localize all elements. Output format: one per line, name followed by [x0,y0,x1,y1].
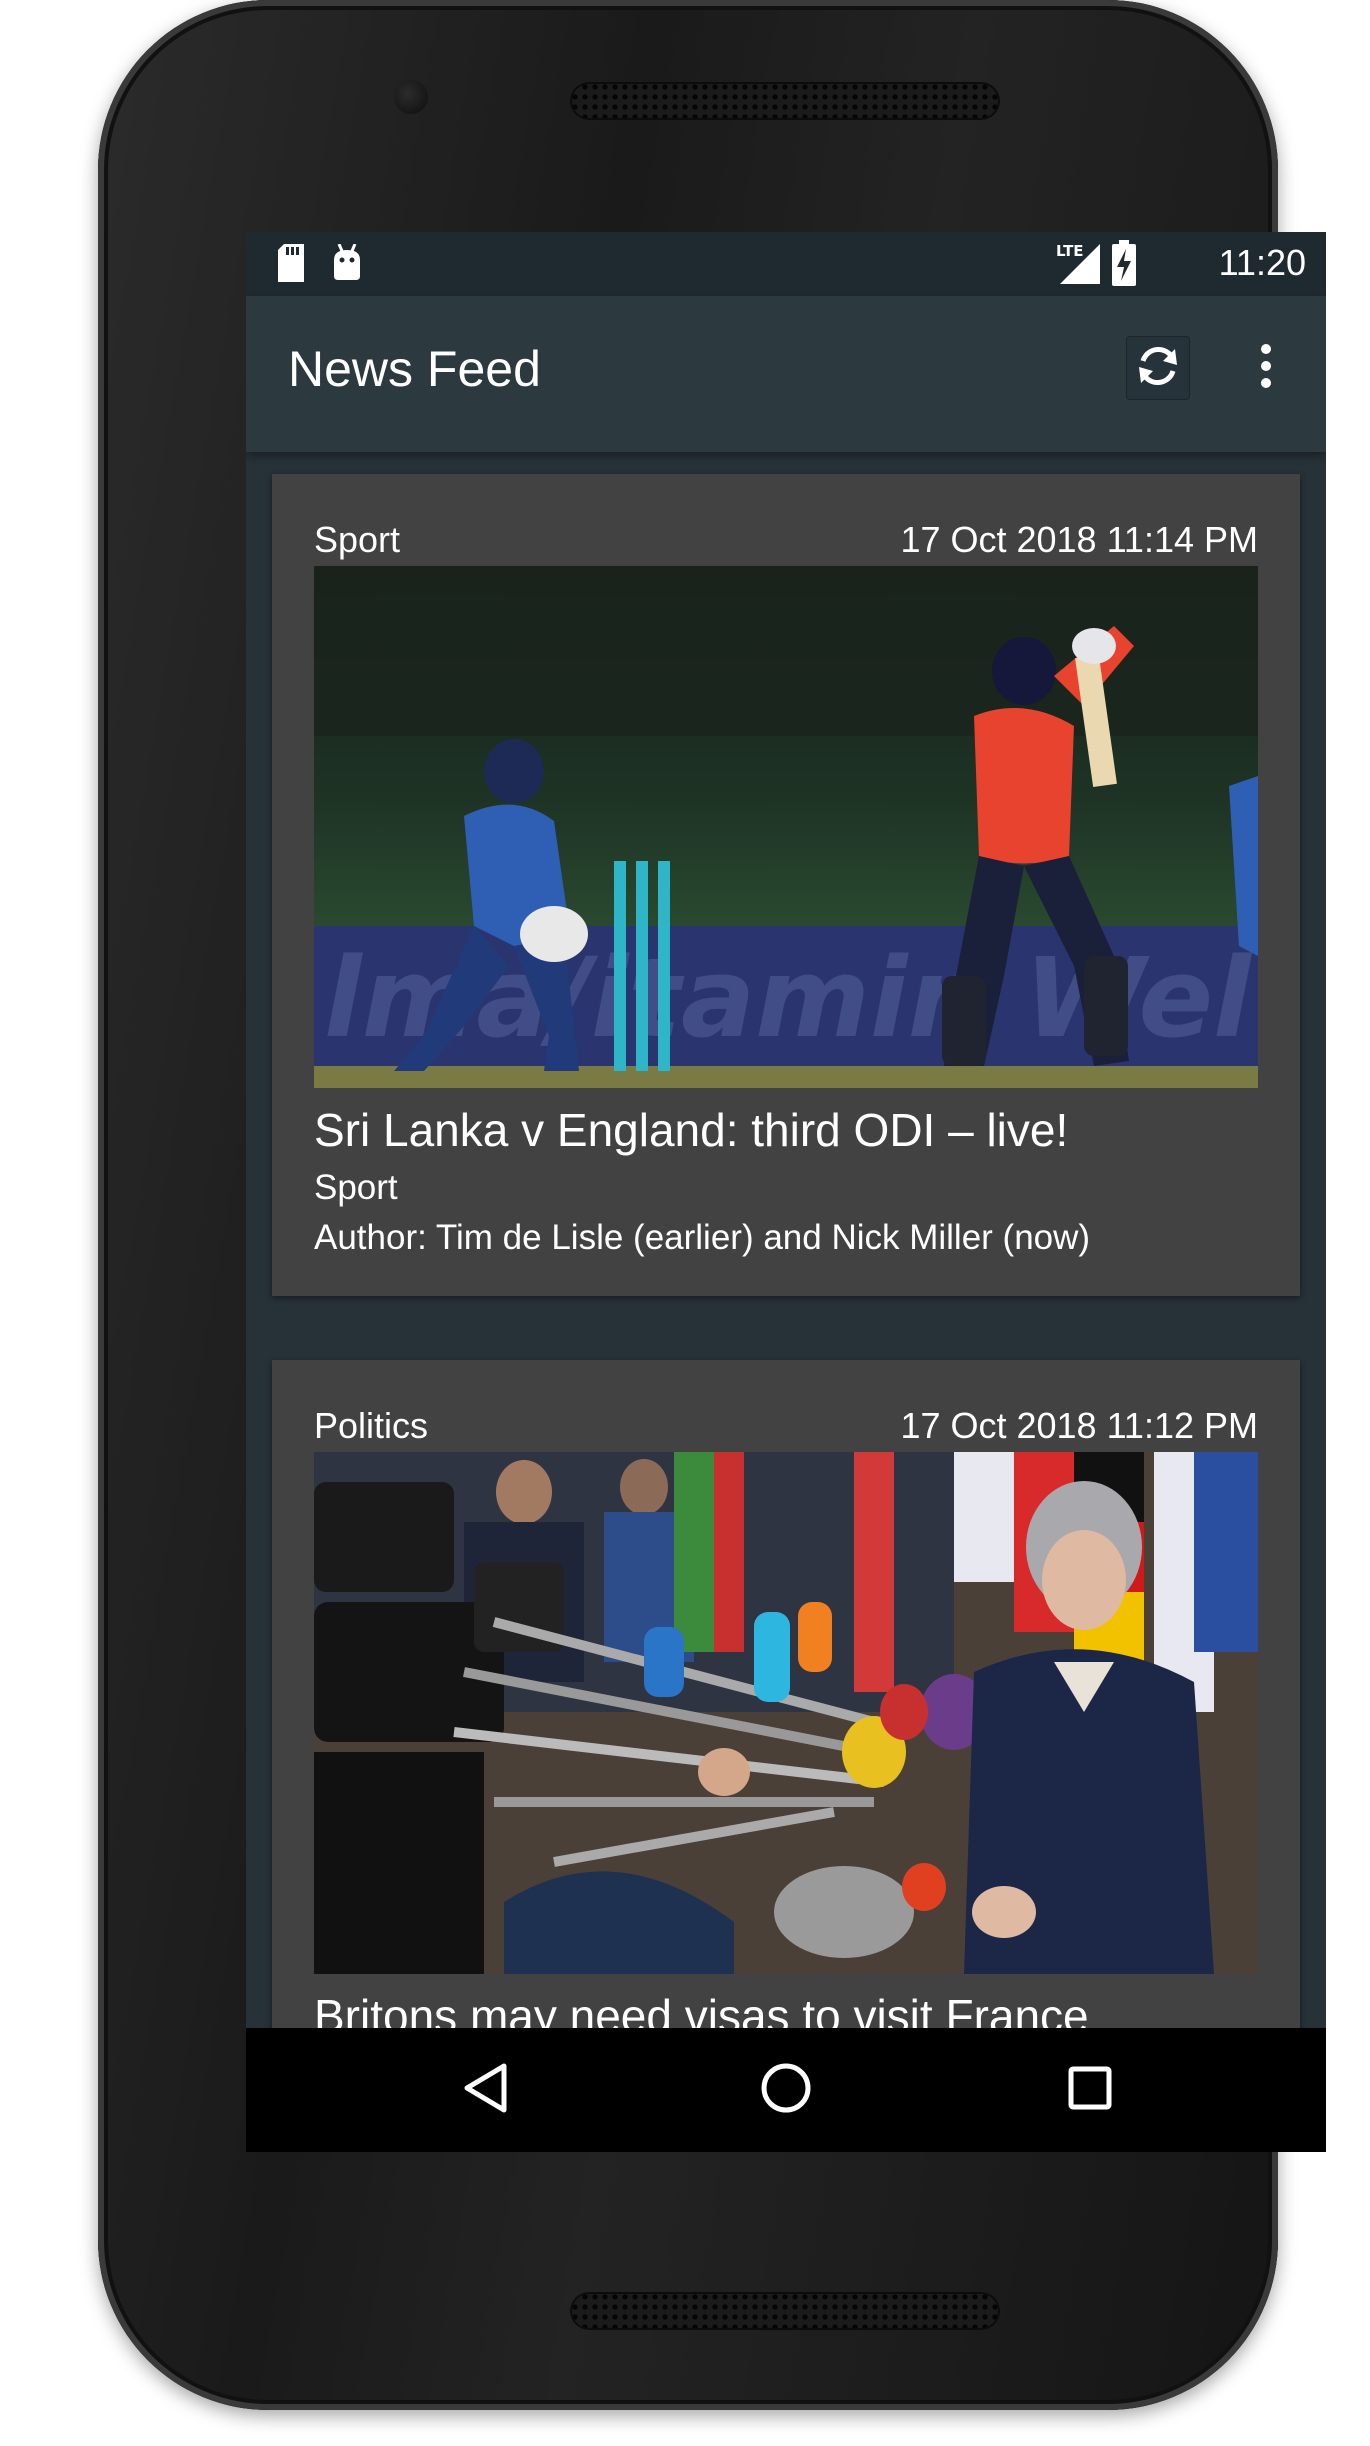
card-category: Politics [314,1405,429,1446]
more-vert-icon [1260,343,1272,394]
app-title: News Feed [288,341,541,397]
back-icon [462,2062,510,2119]
news-card[interactable]: Politics 17 Oct 2018 11:12 PM Britons ma… [272,1360,1300,2060]
status-bar: LTE 11:20 [246,232,1326,296]
lte-signal-icon: LTE [1056,240,1102,291]
card-category: Sport [314,519,401,560]
bottom-speaker [570,2292,1000,2330]
front-camera [394,80,428,114]
home-icon [759,2061,813,2120]
nav-home-button[interactable] [746,2050,826,2130]
news-card[interactable]: Sport 17 Oct 2018 11:14 PM lma/itamin We… [272,474,1300,1296]
android-debug-icon [330,243,364,287]
recents-icon [1067,2065,1113,2116]
refresh-icon [1133,341,1183,396]
more-options-button[interactable] [1246,336,1286,400]
refresh-button[interactable] [1126,336,1190,400]
cricket-match-photo: lma/itamin Wel [314,566,1258,1088]
nav-back-button[interactable] [446,2050,526,2130]
earpiece-speaker [570,82,1000,120]
battery-charging-icon [1112,240,1136,291]
svg-text:LTE: LTE [1056,242,1084,260]
news-feed-list[interactable]: Sport 17 Oct 2018 11:14 PM lma/itamin We… [246,452,1326,2060]
system-nav-bar [246,2028,1326,2152]
phone-frame: LTE 11:20 News Feed Sport 17 Oct 2018 11… [98,0,1326,2410]
card-title: Sri Lanka v England: third ODI – live! [314,1104,1069,1156]
card-section: Sport [314,1168,398,1207]
card-date: 17 Oct 2018 11:12 PM [900,1405,1258,1446]
card-date: 17 Oct 2018 11:14 PM [900,519,1258,560]
app-bar: News Feed [246,296,1326,452]
press-conference-photo [314,1452,1258,1974]
screen: LTE 11:20 News Feed Sport 17 Oct 2018 11… [246,232,1326,2152]
status-time: 11:20 [1218,242,1306,283]
card-author: Author: Tim de Lisle (earlier) and Nick … [314,1218,1091,1257]
nav-recents-button[interactable] [1050,2050,1130,2130]
sd-card-icon [276,244,306,287]
